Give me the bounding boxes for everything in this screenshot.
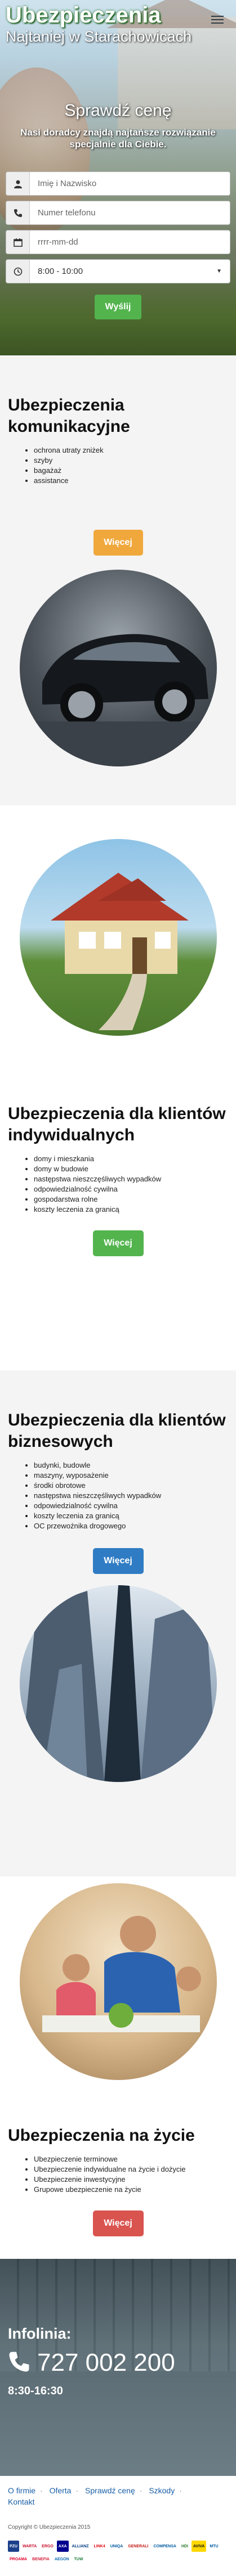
list-item: następstwa nieszczęśliwych wypadków xyxy=(34,1491,228,1501)
hotline-phone[interactable]: 727 002 200 xyxy=(8,2349,175,2377)
insurer-logo: BENEFIA xyxy=(30,2554,51,2565)
user-icon xyxy=(6,172,30,195)
hotline-hours: 8:30-16:30 xyxy=(8,2385,63,2397)
section-individual-insurance: Ubezpieczenia dla klientów indywidualnyc… xyxy=(0,805,236,1370)
copyright: Copyright © Ubezpieczenia 2015 xyxy=(8,2524,91,2530)
brand-tagline: Najtaniej w Starachowicach xyxy=(6,28,192,45)
more-button-car[interactable]: Więcej xyxy=(93,530,143,556)
insurer-logo: TUW xyxy=(72,2554,85,2565)
insurer-logo: PZU xyxy=(8,2541,19,2552)
section-title: Ubezpieczenia na życie xyxy=(8,2126,195,2145)
footer-nav: O firmie · Oferta · Sprawdź cenę · Szkody · … xyxy=(8,2486,182,2506)
insurer-logo: HDI xyxy=(179,2541,190,2552)
hotline-label: Infolinia: xyxy=(8,2325,72,2342)
list-item: następstwa nieszczęśliwych wypadków xyxy=(34,1174,228,1184)
list-item: budynki, budowle xyxy=(34,1460,228,1470)
individual-insurance-list: domy i mieszkania domy w budowie następs… xyxy=(34,1154,228,1215)
section-life-insurance: Ubezpieczenia na życie Ubezpieczenie ter… xyxy=(0,1876,236,2259)
footer-link-about[interactable]: O firmie xyxy=(8,2486,35,2495)
insurer-logo: LINK4 xyxy=(92,2541,107,2552)
date-field-group xyxy=(6,230,230,254)
contact-banner: Infolinia: 727 002 200 8:30-16:30 xyxy=(0,2259,236,2476)
phone-field-group xyxy=(6,201,230,225)
quote-form: 8:00 - 10:00 ▼ Wyślij xyxy=(6,172,230,319)
phone-icon xyxy=(6,201,30,224)
clock-icon xyxy=(6,260,30,283)
name-field-group xyxy=(6,172,230,196)
more-button-business[interactable]: Więcej xyxy=(92,1548,144,1574)
list-item: Ubezpieczenie terminowe xyxy=(34,2154,228,2164)
house-image xyxy=(19,839,217,1036)
insurer-logo: WARTA xyxy=(21,2541,39,2552)
list-item: domy w budowie xyxy=(34,1164,228,1174)
footer-link-claims[interactable]: Szkody xyxy=(149,2486,175,2495)
hamburger-menu-icon[interactable] xyxy=(211,16,224,26)
insurer-logos: PZU WARTA ERGO AXA ALLIANZ LINK4 UNIQA G… xyxy=(8,2541,228,2565)
list-item: ochrona utraty zniżek xyxy=(34,445,228,455)
life-insurance-list: Ubezpieczenie terminowe Ubezpieczenie in… xyxy=(34,2154,228,2195)
calendar-icon xyxy=(6,231,30,254)
footer: O firmie · Oferta · Sprawdź cenę · Szkody · … xyxy=(0,2476,236,2576)
footer-link-contact[interactable]: Kontakt xyxy=(8,2497,34,2506)
hero-subtitle: Nasi doradcy znajdą najtańsze rozwiązani… xyxy=(20,127,216,150)
section-car-insurance: Ubezpieczenia komunikacyjne ochrona utra… xyxy=(0,355,236,805)
insurer-logo: PROAMA xyxy=(8,2554,29,2565)
list-item: odpowiedzialność cywilna xyxy=(34,1184,228,1194)
section-business-insurance: Ubezpieczenia dla klientów biznesowych b… xyxy=(0,1370,236,1876)
date-input[interactable] xyxy=(30,231,230,254)
insurer-logo: ERGO xyxy=(40,2541,55,2552)
list-item: Grupowe ubezpieczenie na życie xyxy=(34,2185,228,2195)
list-item: szyby xyxy=(34,455,228,466)
skyscrapers-image xyxy=(19,1585,217,1782)
more-button-life[interactable]: Więcej xyxy=(92,2210,144,2236)
insurer-logo: COMPENSA xyxy=(152,2541,178,2552)
section-title: Ubezpieczenia komunikacyjne xyxy=(8,396,130,436)
business-insurance-list: budynki, budowle maszyny, wyposażenie śr… xyxy=(34,1460,228,1531)
list-item: domy i mieszkania xyxy=(34,1154,228,1164)
insurer-logo: AXA xyxy=(56,2541,69,2552)
brand-name: Ubezpieczenia xyxy=(6,3,161,28)
submit-button[interactable]: Wyślij xyxy=(95,295,141,319)
list-item: maszyny, wyposażenie xyxy=(34,1470,228,1481)
insurer-logo: ALLIANZ xyxy=(70,2541,91,2552)
hero-banner: Ubezpieczenia Najtaniej w Starachowicach… xyxy=(0,0,236,355)
list-item: koszty leczenia za granicą xyxy=(34,1511,228,1521)
list-item: Ubezpieczenie inwestycyjne xyxy=(34,2175,228,2185)
hero-title: Sprawdź cenę xyxy=(64,101,172,120)
insurer-logo: MTU xyxy=(208,2541,220,2552)
phone-input[interactable] xyxy=(30,201,230,224)
car-image xyxy=(19,570,217,766)
family-image xyxy=(19,1883,217,2080)
insurer-logo: UNIQA xyxy=(108,2541,125,2552)
time-field-group: 8:00 - 10:00 ▼ xyxy=(6,259,230,283)
list-item: OC przewoźnika drogowego xyxy=(34,1521,228,1531)
section-title: Ubezpieczenia dla klientów biznesowych xyxy=(8,1411,226,1451)
phone-number: 727 002 200 xyxy=(37,2349,175,2376)
list-item: gospodarstwa rolne xyxy=(34,1194,228,1204)
phone-icon xyxy=(8,2351,30,2376)
more-button-individual[interactable]: Więcej xyxy=(92,1230,144,1256)
name-input[interactable] xyxy=(30,172,230,195)
list-item: Ubezpieczenie indywidualne na życie i do… xyxy=(34,2164,228,2175)
list-item: środki obrotowe xyxy=(34,1481,228,1491)
insurer-logo: GENERALI xyxy=(126,2541,150,2552)
footer-link-offer[interactable]: Oferta xyxy=(50,2486,72,2495)
insurer-logo: AEGON xyxy=(52,2554,71,2565)
time-select-value: 8:00 - 10:00 xyxy=(38,267,83,276)
car-insurance-list: ochrona utraty zniżek szyby bagażaż assi… xyxy=(34,445,228,486)
list-item: odpowiedzialność cywilna xyxy=(34,1501,228,1511)
section-title: Ubezpieczenia dla klientów indywidualnyc… xyxy=(8,1104,226,1144)
brand[interactable]: Ubezpieczenia Najtaniej w Starachowicach xyxy=(6,2,192,45)
footer-link-check-price[interactable]: Sprawdź cenę xyxy=(85,2486,135,2495)
list-item: assistance xyxy=(34,476,228,486)
chevron-down-icon: ▼ xyxy=(216,268,222,274)
list-item: bagażaż xyxy=(34,466,228,476)
list-item: koszty leczenia za granicą xyxy=(34,1204,228,1215)
time-select[interactable]: 8:00 - 10:00 ▼ xyxy=(30,260,230,283)
insurer-logo: AVIVA xyxy=(192,2541,207,2552)
